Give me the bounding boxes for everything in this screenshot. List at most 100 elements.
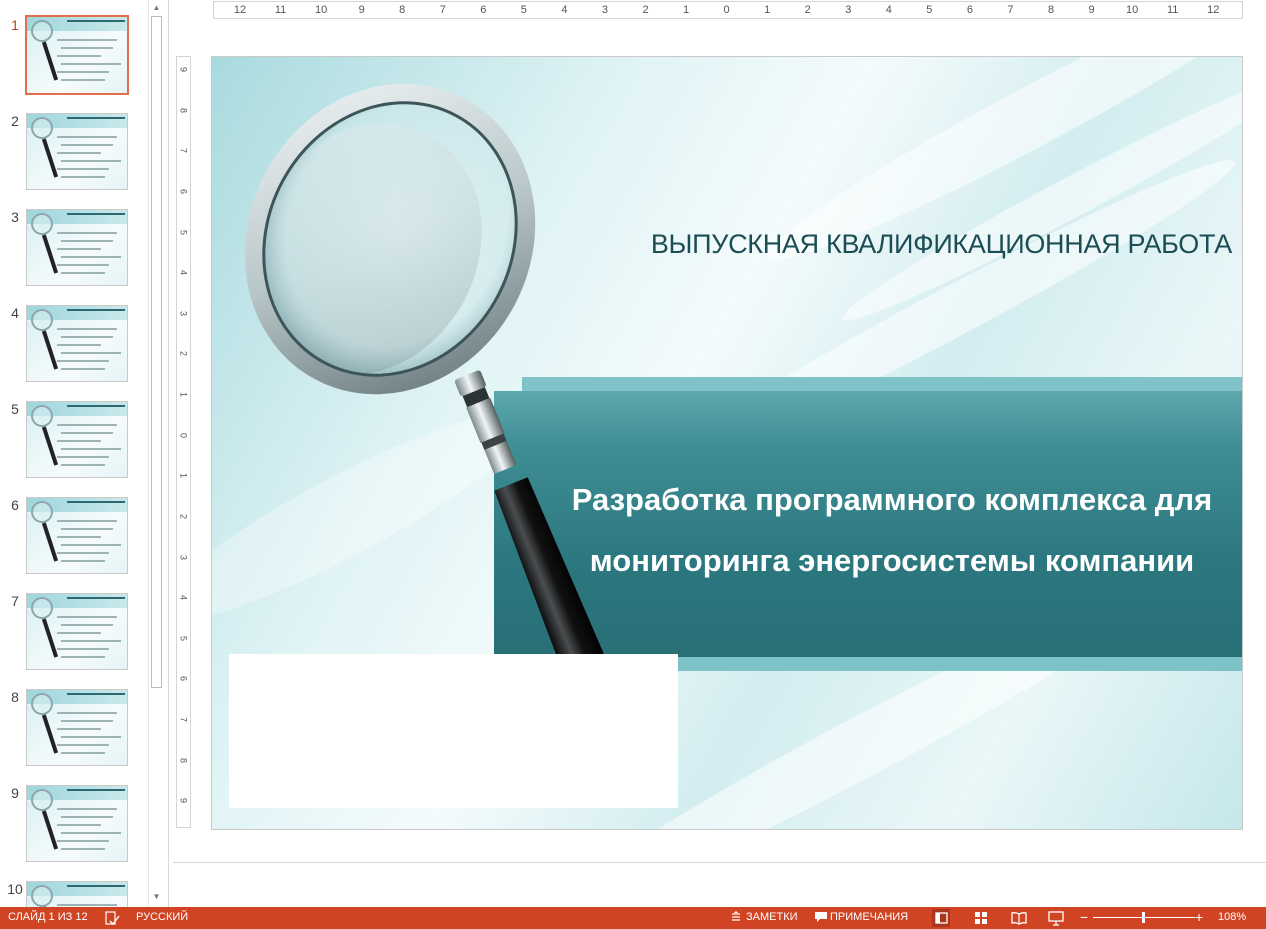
thumbnail-title-line: [67, 213, 125, 215]
ruler-tick-label: 5: [926, 4, 933, 16]
ruler-tick-label: 4: [178, 595, 189, 601]
slide-canvas[interactable]: ВЫПУСКНАЯ КВАЛИФИКАЦИОННАЯ РАБОТА Разраб…: [211, 56, 1243, 830]
notes-divider[interactable]: [173, 862, 1266, 863]
horizontal-ruler: 12 11 10 9 8 7 6 5 4 3 2 1 0 1 2 3 4 5 6 7 8 9 10 11 12: [213, 1, 1243, 19]
thumbnail-magnifier-handle: [41, 714, 59, 754]
ruler-tick-label: 5: [178, 229, 189, 235]
ruler-tick-label: 6: [178, 676, 189, 682]
slide-counter: СЛАЙД 1 ИЗ 12: [8, 911, 88, 923]
thumbnail-text-line: [57, 71, 109, 73]
slide-thumbnail-image[interactable]: [26, 209, 128, 286]
zoom-level[interactable]: 108%: [1218, 911, 1246, 923]
normal-view-icon[interactable]: [932, 909, 950, 927]
slide-thumbnail[interactable]: 5: [0, 401, 148, 481]
thumbnail-text-line: [57, 152, 101, 154]
thumbnail-magnifier: [31, 405, 53, 427]
slide-title[interactable]: ВЫПУСКНАЯ КВАЛИФИКАЦИОННАЯ РАБОТА: [552, 229, 1232, 260]
thumbnail-text-line: [61, 47, 113, 49]
empty-placeholder-box[interactable]: [229, 654, 678, 808]
slide-thumbnail-number: 3: [11, 209, 19, 225]
thumbnail-title-line: [67, 405, 125, 407]
thumbnail-text-line: [57, 728, 101, 730]
thumbnail-magnifier-handle: [41, 618, 59, 658]
slide-editor: 12 11 10 9 8 7 6 5 4 3 2 1 0 1 2 3 4 5 6 7 8 9 10 11 12 98765432…: [168, 0, 1266, 907]
thumbnail-text-line: [57, 520, 117, 522]
comments-button[interactable]: ПРИМЕЧАНИЯ: [830, 911, 908, 923]
slide-thumbnail-image[interactable]: [26, 785, 128, 862]
status-bar: СЛАЙД 1 ИЗ 12 РУССКИЙ ЗАМЕТКИ ПРИМЕЧАНИЯ…: [0, 907, 1266, 929]
thumbnail-text-line: [61, 63, 121, 65]
zoom-slider-thumb[interactable]: [1142, 912, 1145, 923]
thumbnail-magnifier: [31, 20, 53, 42]
slide-thumbnail-number: 7: [11, 593, 19, 609]
thumbnail-magnifier-handle: [41, 522, 59, 562]
slide-thumbnail-image[interactable]: [26, 401, 128, 478]
thumbnail-text-line: [57, 136, 117, 138]
slide-thumbnail[interactable]: 7: [0, 593, 148, 673]
ruler-tick-label: 6: [966, 4, 973, 16]
slide-sorter-icon[interactable]: [972, 909, 990, 927]
thumbnail-text-line: [57, 55, 101, 57]
thumbnail-magnifier-handle: [41, 41, 59, 81]
powerpoint-window: 1 2 3 4 5 6 7 8 9 10 ▲ ▼ 12 11 10 9 8 7 6 5 4 3 2 1 0 1 2 3 4 5 6 7 8…: [0, 0, 1266, 929]
slide-thumbnail[interactable]: 10: [0, 881, 148, 907]
thumbnail-text-line: [61, 272, 105, 274]
slide-thumbnail[interactable]: 8: [0, 689, 148, 769]
thumbnail-text-line: [61, 816, 113, 818]
thumbnail-text-line: [61, 752, 105, 754]
thumbnail-text-line: [61, 368, 105, 370]
thumbnail-text-line: [57, 248, 101, 250]
slideshow-icon[interactable]: [1047, 909, 1065, 927]
scroll-down-arrow-icon[interactable]: ▼: [149, 889, 164, 905]
scrollbar-thumb[interactable]: [151, 16, 162, 688]
slide-thumbnail[interactable]: 6: [0, 497, 148, 577]
thumbnail-title-line: [67, 597, 125, 599]
slide-thumbnail[interactable]: 2: [0, 113, 148, 193]
thumbnail-text-line: [61, 464, 105, 466]
thumbnail-text-line: [57, 456, 109, 458]
ruler-tick-label: 3: [845, 4, 852, 16]
slide-thumbnail-number: 1: [11, 17, 19, 33]
thumbnail-magnifier-handle: [41, 426, 59, 466]
slide-thumbnail-image[interactable]: [25, 15, 129, 95]
thumbnail-magnifier-handle: [41, 330, 59, 370]
thumbnail-magnifier: [31, 213, 53, 235]
zoom-in-button[interactable]: +: [1195, 909, 1203, 925]
ruler-tick-label: 10: [314, 4, 328, 16]
slide-thumbnail[interactable]: 1: [0, 15, 148, 97]
ruler-tick-label: 1: [178, 392, 189, 398]
slide-thumbnail-image[interactable]: [26, 113, 128, 190]
thumbnails-scrollbar[interactable]: ▲ ▼: [148, 0, 164, 907]
slide-thumbnail[interactable]: 3: [0, 209, 148, 289]
spellcheck-icon[interactable]: [104, 910, 120, 929]
slide-thumbnail-image[interactable]: [26, 881, 128, 907]
slide-thumbnail-image[interactable]: [26, 497, 128, 574]
ruler-tick-label: 5: [178, 635, 189, 641]
notes-icon[interactable]: [730, 910, 742, 928]
slide-thumbnail-image[interactable]: [26, 689, 128, 766]
thumbnail-text-line: [61, 560, 105, 562]
slide-thumbnail-image[interactable]: [26, 593, 128, 670]
ruler-tick-label: 9: [178, 798, 189, 804]
notes-button[interactable]: ЗАМЕТКИ: [746, 911, 798, 923]
ruler-tick-label: 1: [683, 4, 690, 16]
slide-thumbnail-image[interactable]: [26, 305, 128, 382]
scroll-up-arrow-icon[interactable]: ▲: [149, 0, 164, 16]
reading-view-icon[interactable]: [1010, 909, 1028, 927]
ruler-tick-label: 4: [561, 4, 568, 16]
thumbnail-text-line: [61, 256, 121, 258]
thumbnail-text-line: [61, 176, 105, 178]
slide-thumbnail[interactable]: 4: [0, 305, 148, 385]
comment-icon[interactable]: [814, 910, 828, 928]
language-indicator[interactable]: РУССКИЙ: [136, 911, 188, 923]
ruler-tick-label: 6: [480, 4, 487, 16]
zoom-out-button[interactable]: −: [1080, 909, 1088, 925]
thumbnail-text-line: [61, 624, 113, 626]
slide-thumbnail[interactable]: 9: [0, 785, 148, 865]
thumbnail-magnifier-handle: [41, 138, 59, 178]
slide-thumbnail-number: 4: [11, 305, 19, 321]
ruler-tick-label: 8: [399, 4, 406, 16]
ruler-tick-label: 12: [1207, 4, 1220, 16]
slide-subtitle[interactable]: Разработка программного комплекса для мо…: [542, 469, 1242, 591]
thumbnail-text-line: [57, 648, 109, 650]
